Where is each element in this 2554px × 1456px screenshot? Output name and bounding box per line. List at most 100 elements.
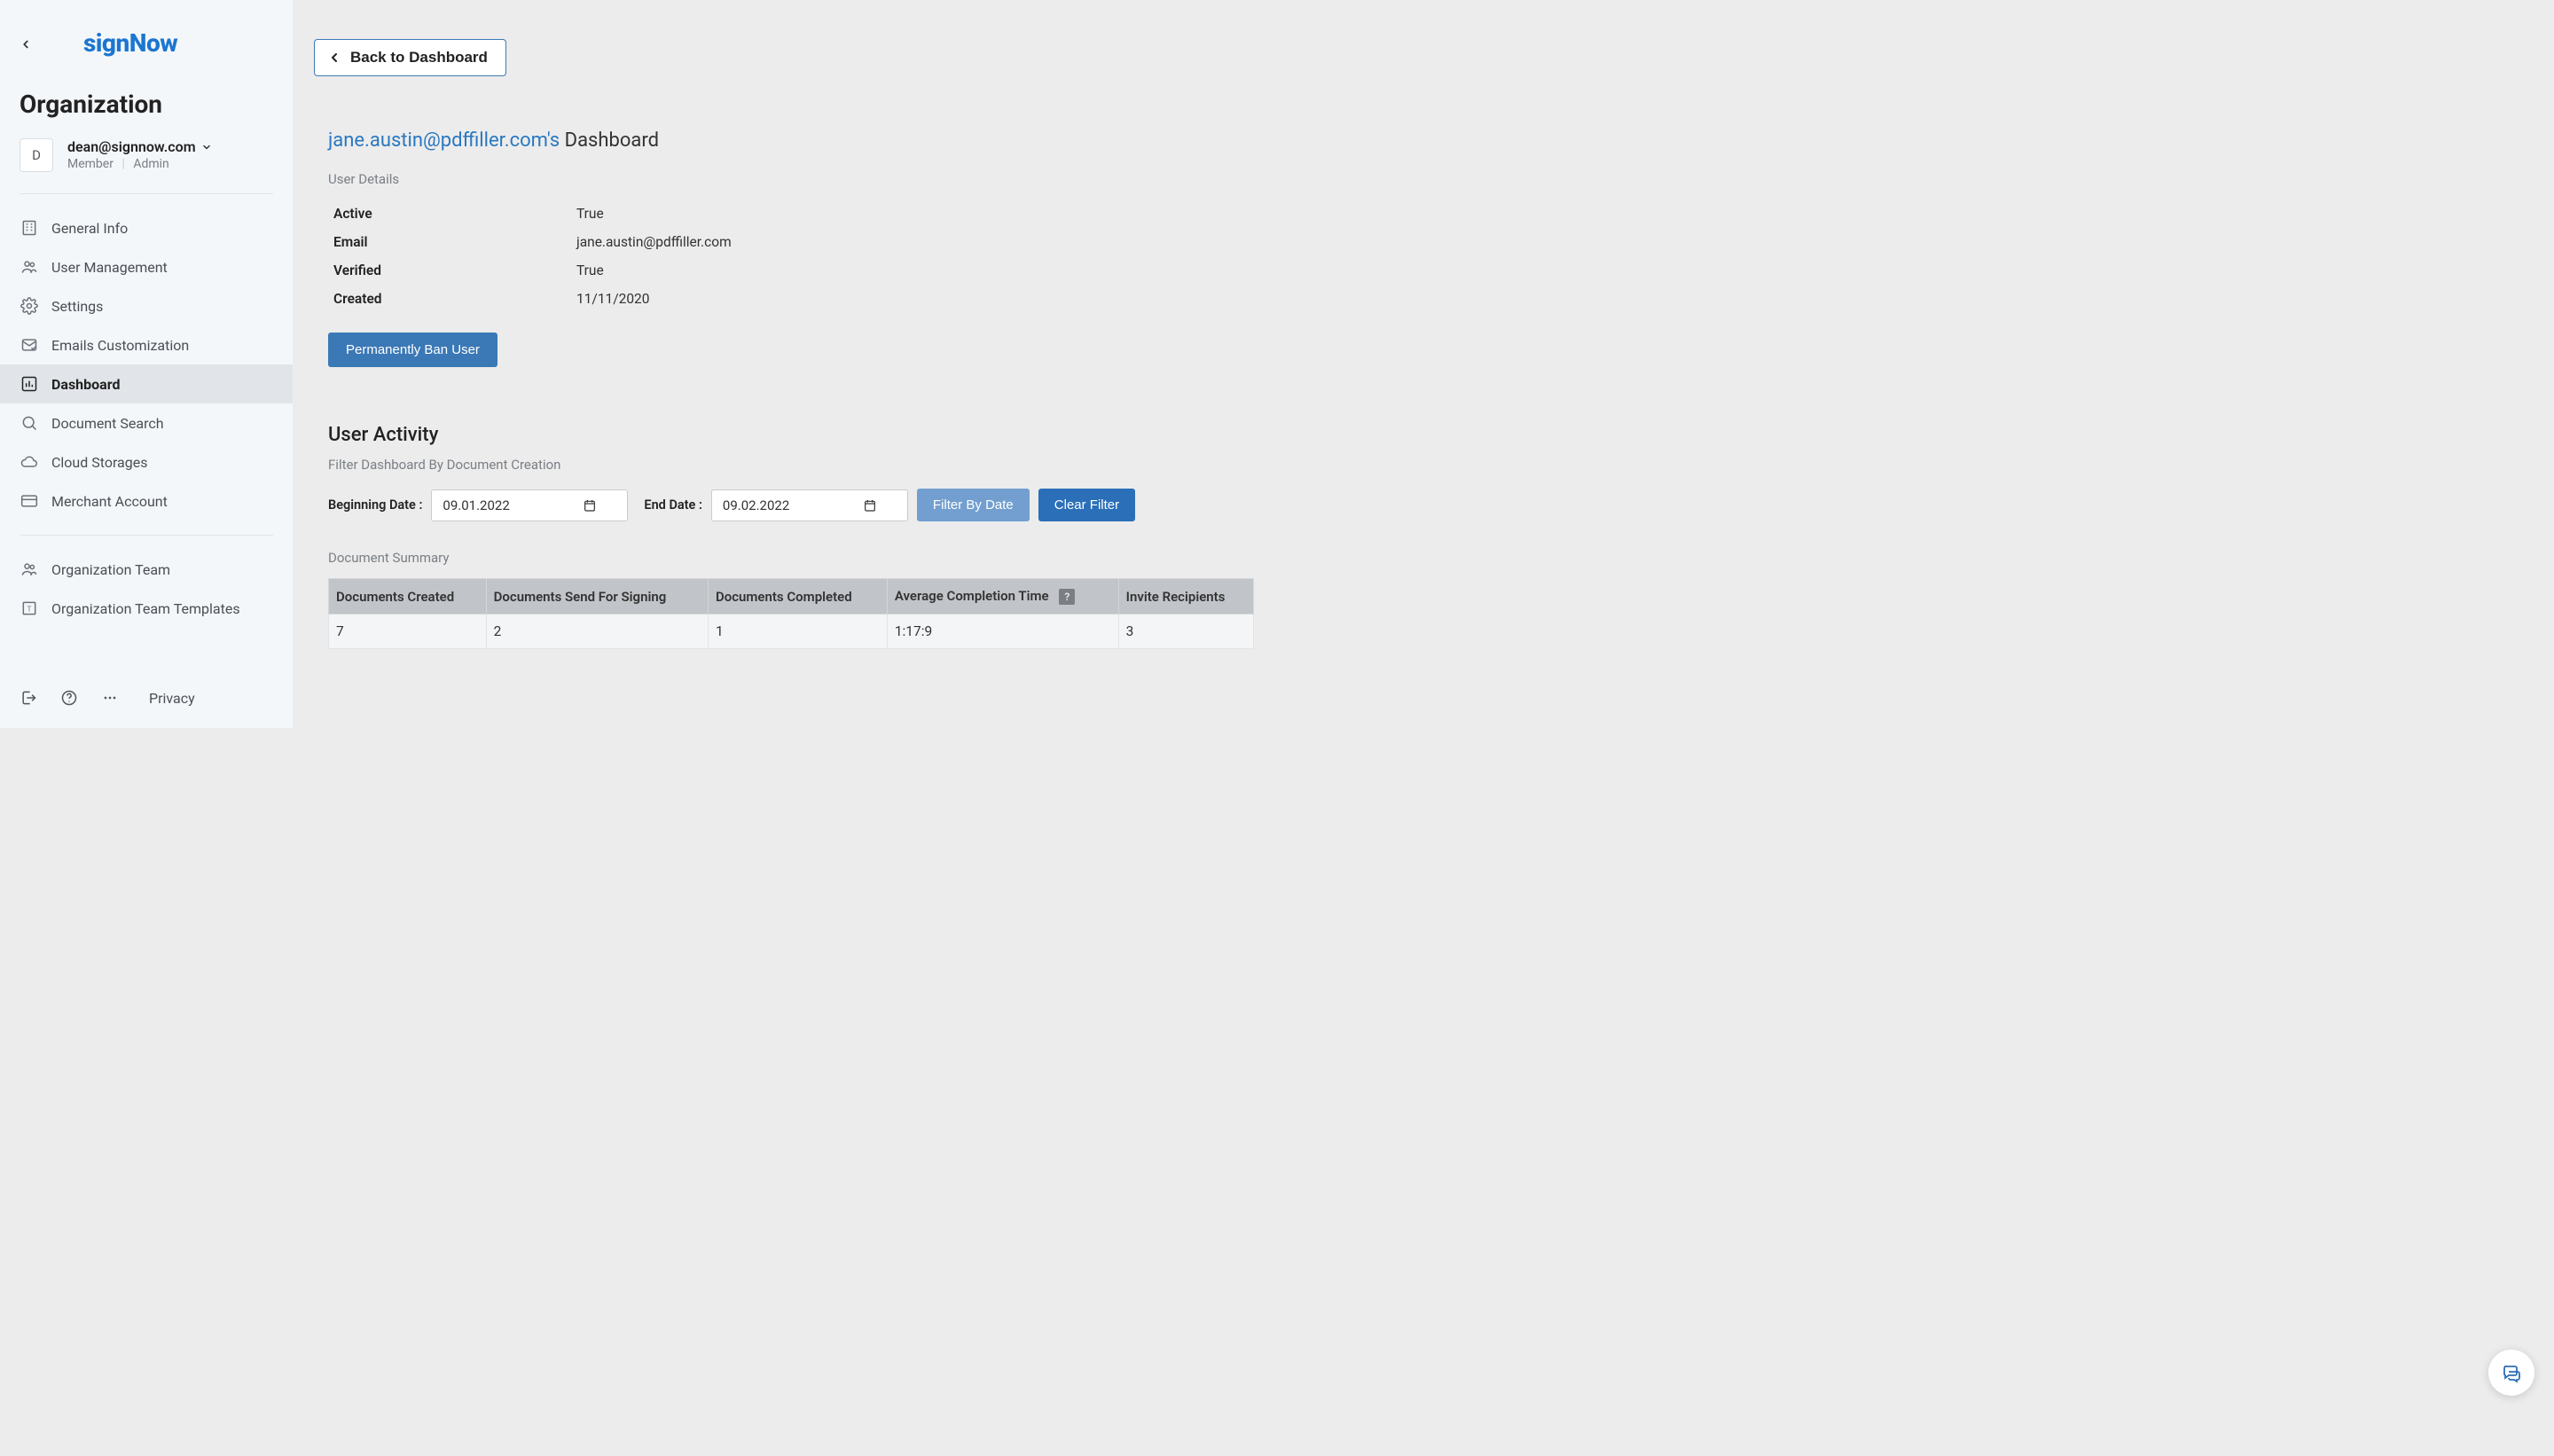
- back-to-dashboard-button[interactable]: Back to Dashboard: [314, 39, 506, 76]
- credit-card-icon: [20, 491, 39, 511]
- nav-settings[interactable]: Settings: [0, 286, 293, 325]
- activity-section: User Activity Filter Dashboard By Docume…: [328, 424, 1242, 649]
- calendar-icon: [583, 498, 597, 513]
- avatar: D: [20, 138, 53, 172]
- nav-item-label: Dashboard: [51, 376, 120, 393]
- detail-value-verified: True: [576, 256, 732, 285]
- beginning-date-value: 09.01.2022: [443, 497, 509, 513]
- nav-primary: General Info User Management Settings Em…: [0, 198, 293, 531]
- logout-icon[interactable]: [20, 689, 37, 707]
- cell-documents-sent: 2: [486, 614, 708, 649]
- end-date-input[interactable]: 09.02.2022: [711, 489, 908, 521]
- chevron-left-icon[interactable]: [20, 37, 32, 50]
- chevron-down-icon: [201, 142, 212, 153]
- nav-document-search[interactable]: Document Search: [0, 403, 293, 442]
- template-icon: T: [20, 599, 39, 618]
- col-avg-completion-time: Average Completion Time ?: [887, 579, 1118, 614]
- sidebar-section-title: Organization: [0, 63, 293, 135]
- privacy-link[interactable]: Privacy: [149, 690, 195, 707]
- nav-dashboard[interactable]: Dashboard: [0, 364, 293, 403]
- cell-invite-recipients: 3: [1118, 614, 1253, 649]
- cell-avg-completion-time: 1:17:9: [887, 614, 1118, 649]
- filter-by-date-button[interactable]: Filter By Date: [917, 489, 1030, 521]
- detail-value-active: True: [576, 200, 732, 228]
- table-header-row: Documents Created Documents Send For Sig…: [329, 579, 1254, 614]
- end-date-value: 09.02.2022: [723, 497, 789, 513]
- user-details-heading: User Details: [328, 171, 1242, 187]
- back-button-label: Back to Dashboard: [350, 49, 488, 67]
- col-documents-completed: Documents Completed: [708, 579, 887, 614]
- user-roles: Member | Admin: [67, 157, 212, 171]
- svg-text:T: T: [27, 605, 32, 614]
- detail-value-created: 11/11/2020: [576, 285, 732, 313]
- divider: [20, 535, 273, 536]
- nav-organization-team-templates[interactable]: T Organization Team Templates: [0, 589, 293, 628]
- document-summary-heading: Document Summary: [328, 550, 1242, 566]
- table-row: Email jane.austin@pdffiller.com: [328, 228, 732, 256]
- building-icon: [20, 218, 39, 238]
- nav-general-info[interactable]: General Info: [0, 208, 293, 247]
- cloud-icon: [20, 452, 39, 472]
- envelope-icon: [20, 335, 39, 355]
- bar-chart-icon: [20, 374, 39, 394]
- nav-secondary: Organization Team T Organization Team Te…: [0, 539, 293, 638]
- col-documents-created: Documents Created: [329, 579, 487, 614]
- nav-emails-customization[interactable]: Emails Customization: [0, 325, 293, 364]
- role-member: Member: [67, 157, 114, 171]
- users-icon: [20, 257, 39, 277]
- table-row: Verified True: [328, 256, 732, 285]
- brand-logo: signNow: [83, 28, 177, 58]
- user-email-dropdown[interactable]: dean@signnow.com: [67, 138, 212, 155]
- page-title-email: jane.austin@pdffiller.com's: [328, 129, 560, 152]
- beginning-date-label: Beginning Date :: [328, 497, 422, 513]
- nav-item-label: Merchant Account: [51, 493, 168, 510]
- nav-merchant-account[interactable]: Merchant Account: [0, 481, 293, 521]
- user-email-label: dean@signnow.com: [67, 138, 196, 155]
- help-badge[interactable]: ?: [1059, 589, 1075, 605]
- ban-user-button[interactable]: Permanently Ban User: [328, 333, 497, 367]
- end-date-label: End Date :: [644, 497, 702, 513]
- col-documents-sent: Documents Send For Signing: [486, 579, 708, 614]
- filter-hint: Filter Dashboard By Document Creation: [328, 457, 1242, 473]
- page-title: jane.austin@pdffiller.com's Dashboard: [328, 129, 1242, 152]
- nav-item-label: Cloud Storages: [51, 454, 147, 471]
- table-row: 7 2 1 1:17:9 3: [329, 614, 1254, 649]
- search-icon: [20, 413, 39, 433]
- sidebar: signNow Organization D dean@signnow.com …: [0, 0, 293, 728]
- nav-item-label: Organization Team Templates: [51, 600, 240, 617]
- filter-row: Beginning Date : 09.01.2022 End Date : 0…: [328, 489, 1242, 521]
- col-invite-recipients: Invite Recipients: [1118, 579, 1253, 614]
- users-icon: [20, 560, 39, 579]
- col-avg-time-label: Average Completion Time: [895, 588, 1049, 604]
- help-icon[interactable]: [60, 689, 78, 707]
- clear-filter-button[interactable]: Clear Filter: [1038, 489, 1135, 521]
- divider: [20, 193, 273, 194]
- detail-label-verified: Verified: [328, 256, 576, 285]
- nav-item-label: General Info: [51, 220, 128, 237]
- role-separator: |: [121, 157, 124, 171]
- more-icon[interactable]: [101, 689, 119, 707]
- user-block: D dean@signnow.com Member | Admin: [0, 135, 293, 190]
- table-row: Active True: [328, 200, 732, 228]
- sidebar-header: signNow: [0, 0, 293, 63]
- table-row: Created 11/11/2020: [328, 285, 732, 313]
- detail-value-email: jane.austin@pdffiller.com: [576, 228, 732, 256]
- nav-organization-team[interactable]: Organization Team: [0, 550, 293, 589]
- nav-item-label: User Management: [51, 259, 168, 276]
- user-activity-heading: User Activity: [328, 424, 1242, 446]
- nav-user-management[interactable]: User Management: [0, 247, 293, 286]
- content: jane.austin@pdffiller.com's Dashboard Us…: [293, 76, 1277, 649]
- nav-cloud-storages[interactable]: Cloud Storages: [0, 442, 293, 481]
- sidebar-footer: Privacy: [0, 673, 293, 728]
- page-title-suffix: Dashboard: [560, 129, 659, 152]
- nav-item-label: Document Search: [51, 415, 164, 432]
- detail-label-created: Created: [328, 285, 576, 313]
- main-panel: Back to Dashboard jane.austin@pdffiller.…: [293, 0, 1277, 728]
- nav-item-label: Settings: [51, 298, 103, 315]
- user-details-table: Active True Email jane.austin@pdffiller.…: [328, 200, 732, 313]
- calendar-icon: [863, 498, 877, 513]
- beginning-date-input[interactable]: 09.01.2022: [431, 489, 628, 521]
- cell-documents-completed: 1: [708, 614, 887, 649]
- detail-label-active: Active: [328, 200, 576, 228]
- document-summary-table: Documents Created Documents Send For Sig…: [328, 578, 1254, 649]
